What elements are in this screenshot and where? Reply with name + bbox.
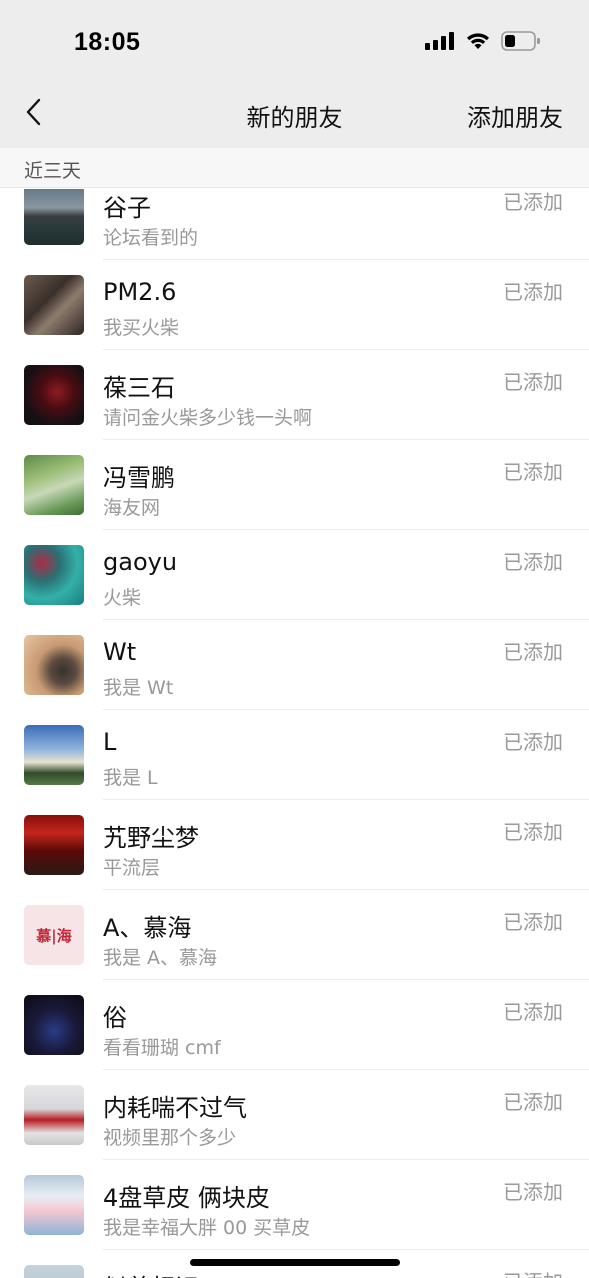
avatar-text: 慕|海 xyxy=(36,926,72,945)
request-message: 论坛看到的 xyxy=(103,227,199,249)
friend-request-row[interactable]: 俗看看珊瑚 cmf 已添加 xyxy=(0,980,589,1070)
added-status: 已添加 xyxy=(503,370,563,394)
friend-request-row[interactable]: PM2.6 我买火柴 已添加 xyxy=(0,260,589,350)
added-status: 已添加 xyxy=(503,1090,563,1114)
friend-name: 艽野尘梦 xyxy=(103,824,199,852)
friend-name: A、慕海 xyxy=(103,914,192,942)
friend-request-row[interactable]: 内耗喘不过气视频里那个多少 已添加 xyxy=(0,1070,589,1160)
friend-name: 似曾相识 xyxy=(103,1268,199,1278)
friend-request-row[interactable]: 4盘草皮 俩块皮我是幸福大胖 00 买草皮 已添加 xyxy=(0,1160,589,1250)
friend-name: 内耗喘不过气 xyxy=(103,1094,247,1122)
request-message: 火柴 xyxy=(103,587,142,609)
avatar xyxy=(24,1265,84,1278)
nav-bar: 新的朋友 添加朋友 xyxy=(0,82,589,148)
added-status: 已添加 xyxy=(503,280,563,304)
avatar xyxy=(24,725,84,785)
friend-request-row[interactable]: 葆三石请问金火柴多少钱一头啊 已添加 xyxy=(0,350,589,440)
section-header: 近三天 xyxy=(0,148,589,188)
friend-name: 俗 xyxy=(103,1004,127,1032)
friend-request-row[interactable]: Wt 我是 Wt 已添加 xyxy=(0,620,589,710)
friend-request-row[interactable]: 谷子论坛看到的 已添加 xyxy=(0,189,589,260)
avatar xyxy=(24,545,84,605)
wifi-icon xyxy=(465,31,491,55)
friend-name: 葆三石 xyxy=(103,374,175,402)
avatar xyxy=(24,995,84,1055)
request-message: 我是 A、慕海 xyxy=(103,947,218,969)
request-message: 我是 Wt xyxy=(103,677,174,699)
friend-name: gaoyu xyxy=(103,548,178,576)
status-icons xyxy=(425,31,541,55)
add-friend-button[interactable]: 添加朋友 xyxy=(467,98,563,133)
friend-name: Wt xyxy=(103,638,137,666)
friend-name: 谷子 xyxy=(103,194,151,222)
request-message: 视频里那个多少 xyxy=(103,1127,237,1149)
friend-name: 4盘草皮 俩块皮 xyxy=(103,1184,270,1212)
request-message: 平流层 xyxy=(103,857,161,879)
avatar xyxy=(24,815,84,875)
request-message: 我是 L xyxy=(103,767,158,789)
avatar: 慕|海 xyxy=(24,905,84,965)
added-status: 已添加 xyxy=(503,550,563,574)
battery-icon xyxy=(501,31,541,55)
request-message: 我买火柴 xyxy=(103,317,180,339)
request-message: 看看珊瑚 cmf xyxy=(103,1037,221,1059)
added-status: 已添加 xyxy=(503,1180,563,1204)
friend-request-row[interactable]: gaoyu 火柴 已添加 xyxy=(0,530,589,620)
avatar xyxy=(24,365,84,425)
status-time: 18:05 xyxy=(74,28,141,56)
friend-request-list: 谷子 论坛看到的 已添加 PM2.6 我买火柴 已添加 葆三石 请问金火柴多少钱一头啊 已添加冯… xyxy=(0,189,589,1278)
added-status: 已添加 xyxy=(503,190,563,214)
section-label: 近三天 xyxy=(24,160,82,182)
friend-name: PM2.6 xyxy=(103,278,177,306)
friend-name: 冯雪鹏 xyxy=(103,464,175,492)
added-status: 已添加 xyxy=(503,730,563,754)
status-bar: 18:05 xyxy=(0,0,589,82)
request-message: 请问金火柴多少钱一头啊 xyxy=(103,407,313,429)
request-message: 我是幸福大胖 00 买草皮 xyxy=(103,1217,311,1239)
avatar xyxy=(24,635,84,695)
friend-request-row[interactable]: 慕|海 A、慕海我是 A、慕海 已添加 xyxy=(0,890,589,980)
friend-request-row[interactable]: 艽野尘梦平流层 已添加 xyxy=(0,800,589,890)
added-status: 已添加 xyxy=(503,1000,563,1024)
added-status: 已添加 xyxy=(503,460,563,484)
cellular-signal-icon xyxy=(425,32,455,54)
avatar xyxy=(24,275,84,335)
friend-request-row[interactable]: 冯雪鹏海友网 已添加 xyxy=(0,440,589,530)
added-status: 已添加 xyxy=(503,910,563,934)
avatar xyxy=(24,189,84,245)
friend-request-row[interactable]: L 我是 L 已添加 xyxy=(0,710,589,800)
request-message: 海友网 xyxy=(103,497,161,519)
home-indicator xyxy=(190,1259,400,1266)
avatar xyxy=(24,455,84,515)
avatar xyxy=(24,1085,84,1145)
avatar xyxy=(24,1175,84,1235)
friend-name: L xyxy=(103,728,117,756)
added-status: 已添加 xyxy=(503,1266,563,1278)
added-status: 已添加 xyxy=(503,820,563,844)
added-status: 已添加 xyxy=(503,640,563,664)
